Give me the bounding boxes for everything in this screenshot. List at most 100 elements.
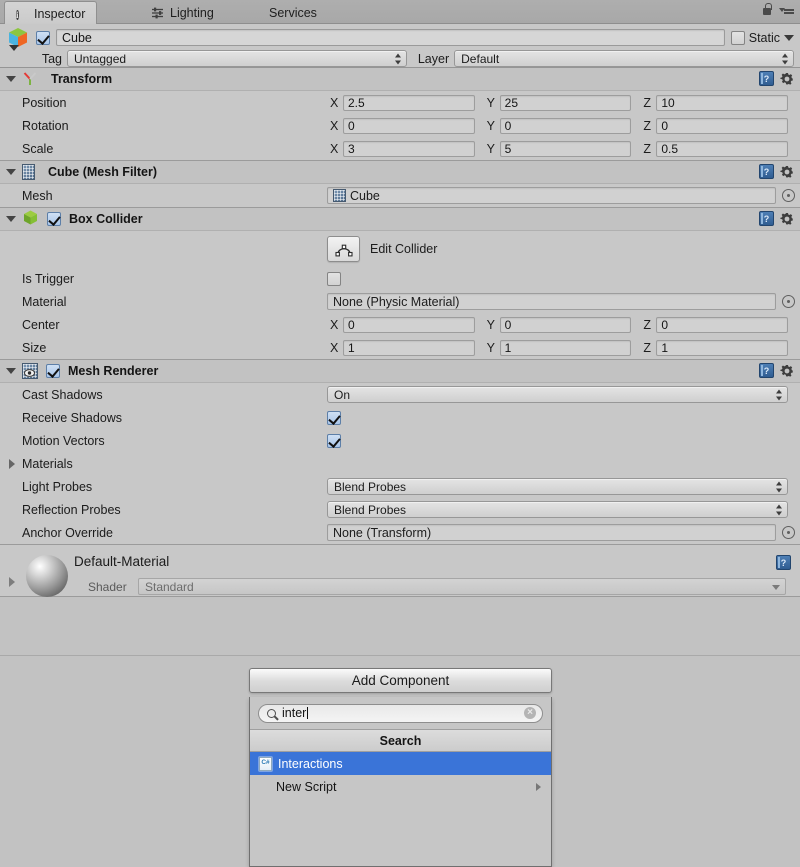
- scale-y-input[interactable]: 5: [499, 140, 632, 157]
- axis-z-label: Z: [643, 141, 651, 156]
- anchor-override-picker-icon[interactable]: [782, 526, 795, 539]
- tab-lighting[interactable]: Lighting: [140, 1, 225, 24]
- rotation-x-input[interactable]: 0: [343, 117, 475, 134]
- component-search-input[interactable]: inter ×: [258, 703, 543, 723]
- foldout-arrow-icon[interactable]: [9, 458, 18, 469]
- vector3-field: X 1 Y 1 Z 1: [327, 339, 800, 356]
- position-y-input[interactable]: 25: [499, 94, 632, 111]
- foldout-arrow-icon[interactable]: [6, 76, 16, 82]
- rotation-y-input[interactable]: 0: [499, 117, 632, 134]
- gear-icon[interactable]: [780, 72, 794, 86]
- box-collider-icon: [22, 209, 39, 229]
- row-label: Motion Vectors: [22, 433, 105, 448]
- edit-collider-button[interactable]: [327, 236, 360, 262]
- size-y-input[interactable]: 1: [499, 339, 632, 356]
- tab-services[interactable]: Services: [258, 1, 328, 24]
- component-title: Box Collider: [69, 212, 143, 226]
- physic-material-picker-icon[interactable]: [782, 295, 795, 308]
- foldout-arrow-icon[interactable]: [6, 216, 16, 222]
- help-icon[interactable]: ?: [759, 211, 774, 226]
- box-collider-enabled-checkbox[interactable]: [47, 212, 61, 226]
- cast-shadows-dropdown[interactable]: On: [327, 386, 788, 403]
- light-probes-dropdown[interactable]: Blend Probes: [327, 478, 788, 495]
- foldout-arrow-icon[interactable]: [6, 169, 16, 175]
- component-header-mesh-renderer[interactable]: Mesh Renderer ?: [0, 360, 800, 383]
- anchor-override-object-field[interactable]: None (Transform): [327, 524, 776, 541]
- edit-collider-label: Edit Collider: [370, 242, 438, 256]
- gameobject-cube-icon[interactable]: [6, 26, 30, 51]
- lock-icon[interactable]: [762, 3, 772, 16]
- axis-x-label: X: [330, 95, 339, 110]
- axis-z-label: Z: [643, 317, 651, 332]
- tab-inspector[interactable]: i Inspector: [4, 1, 98, 25]
- transform-position-row: Position X 2.5 Y 25 Z 10: [0, 91, 800, 114]
- position-z-input[interactable]: 10: [656, 94, 789, 111]
- component-header-icons: ?: [759, 211, 794, 226]
- tab-inspector-label: Inspector: [34, 6, 86, 21]
- tag-layer-row: Tag Untagged Layer Default: [6, 49, 794, 68]
- tab-services-label: Services: [269, 5, 317, 20]
- is-trigger-checkbox[interactable]: [327, 271, 341, 286]
- scale-z-input[interactable]: 0.5: [656, 140, 789, 157]
- anchor-override-row: Anchor Override None (Transform): [0, 521, 800, 544]
- component-box-collider: Box Collider ? Edit Collider Is Trigger …: [0, 208, 800, 360]
- shader-dropdown[interactable]: Standard: [138, 578, 786, 595]
- dropdown-item-new-script[interactable]: New Script: [250, 775, 551, 798]
- chevron-updown-icon: [782, 53, 789, 64]
- help-icon[interactable]: ?: [759, 164, 774, 179]
- gameobject-enabled-checkbox[interactable]: [36, 30, 50, 45]
- component-header-transform[interactable]: Transform ?: [0, 68, 800, 91]
- layer-dropdown[interactable]: Default: [454, 50, 794, 67]
- reflection-probes-dropdown[interactable]: Blend Probes: [327, 501, 788, 518]
- clear-icon[interactable]: ×: [524, 707, 536, 719]
- help-icon[interactable]: ?: [759, 71, 774, 86]
- component-title: Transform: [51, 72, 113, 86]
- center-x-input[interactable]: 0: [343, 316, 475, 333]
- add-component-button[interactable]: Add Component: [249, 668, 552, 693]
- gameobject-name-input[interactable]: Cube: [56, 29, 725, 46]
- gear-icon[interactable]: [780, 364, 794, 378]
- component-header-icons: ?: [759, 71, 794, 86]
- mesh-object-field[interactable]: Cube: [327, 187, 776, 204]
- center-y-input[interactable]: 0: [499, 316, 632, 333]
- collider-size-row: Size X 1 Y 1 Z 1: [0, 336, 800, 359]
- component-header-mesh-filter[interactable]: Cube (Mesh Filter) ?: [0, 161, 800, 184]
- physic-material-object-field[interactable]: None (Physic Material): [327, 293, 776, 310]
- hamburger-menu-icon[interactable]: [779, 4, 794, 15]
- size-x-input[interactable]: 1: [343, 339, 475, 356]
- static-checkbox[interactable]: [730, 30, 745, 45]
- csharp-script-icon: [259, 756, 272, 771]
- mesh-object-picker-icon[interactable]: [782, 189, 795, 202]
- scale-x-input[interactable]: 3: [343, 140, 475, 157]
- gear-icon[interactable]: [780, 165, 794, 179]
- motion-vectors-checkbox[interactable]: [327, 433, 341, 448]
- icon-dropdown-arrow: [9, 44, 19, 51]
- mesh-renderer-enabled-checkbox[interactable]: [46, 364, 60, 378]
- tag-dropdown[interactable]: Untagged: [67, 50, 407, 67]
- add-component-area: Add Component inter × Search Interaction…: [0, 655, 800, 867]
- receive-shadows-checkbox[interactable]: [327, 410, 341, 425]
- size-z-input[interactable]: 1: [656, 339, 789, 356]
- component-header-box-collider[interactable]: Box Collider ?: [0, 208, 800, 231]
- materials-foldout-row[interactable]: Materials: [0, 452, 800, 475]
- axis-y-label: Y: [486, 95, 496, 110]
- component-mesh-filter: Cube (Mesh Filter) ? Mesh Cube: [0, 161, 800, 208]
- transform-axis-icon: [22, 70, 38, 89]
- layer-label: Layer: [417, 51, 450, 66]
- component-header-icons: ?: [759, 363, 794, 378]
- help-icon[interactable]: ?: [759, 363, 774, 378]
- position-x-input[interactable]: 2.5: [343, 94, 475, 111]
- row-label: Reflection Probes: [22, 502, 121, 517]
- help-icon[interactable]: ?: [776, 555, 791, 570]
- mesh-icon: [333, 189, 346, 202]
- gear-icon[interactable]: [780, 212, 794, 226]
- material-foldout-arrow-icon[interactable]: [9, 577, 15, 587]
- center-z-input[interactable]: 0: [656, 316, 789, 333]
- row-label: Material: [22, 294, 67, 309]
- rotation-z-input[interactable]: 0: [656, 117, 789, 134]
- static-dropdown-arrow[interactable]: [784, 34, 794, 41]
- foldout-arrow-icon[interactable]: [6, 368, 16, 374]
- dropdown-item-interactions[interactable]: Interactions: [250, 752, 551, 775]
- transform-rotation-row: Rotation X 0 Y 0 Z 0: [0, 114, 800, 137]
- material-inspector-block: Default-Material Shader Standard ?: [0, 545, 800, 597]
